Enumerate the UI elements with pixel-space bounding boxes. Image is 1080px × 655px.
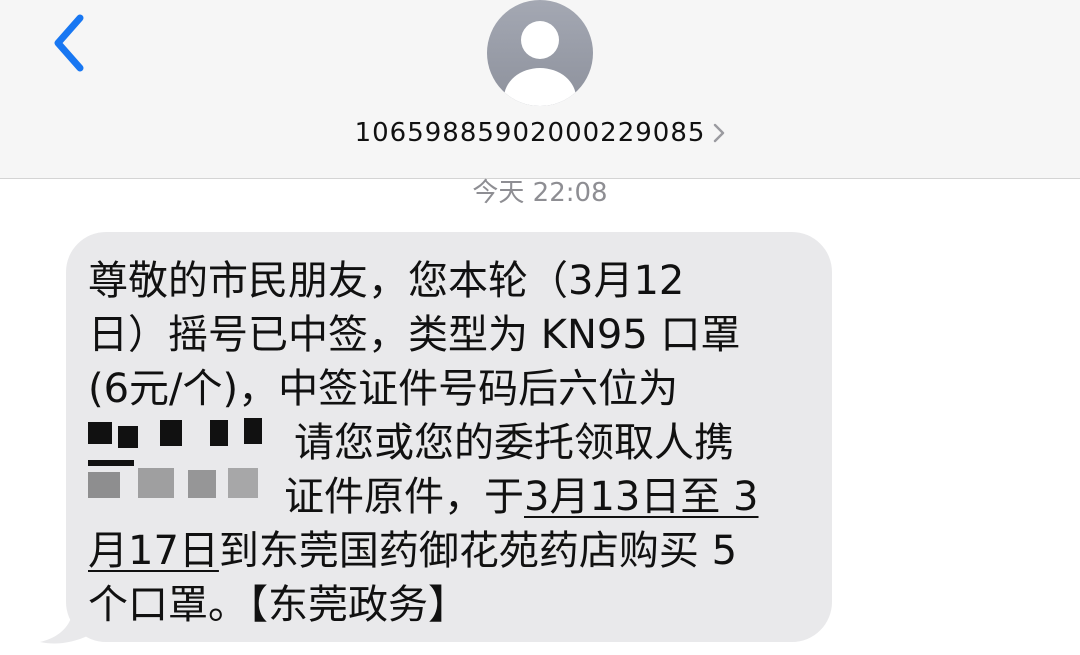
chevron-right-icon bbox=[714, 123, 725, 143]
conversation-header: 10659885902000229085 bbox=[0, 0, 1080, 179]
redacted-area bbox=[88, 418, 262, 498]
message-line-text: 请您或您的委托领取人携 bbox=[294, 420, 734, 466]
message-line-text: 证件原件，于 bbox=[284, 474, 524, 520]
contact-number: 10659885902000229085 bbox=[354, 118, 706, 148]
back-button[interactable] bbox=[44, 6, 100, 76]
message-timestamp: 今天 22:08 bbox=[472, 178, 608, 208]
message-line: 日）摇号已中签，类型为 KN95 口罩 bbox=[88, 312, 741, 358]
date-link[interactable]: 月17日 bbox=[88, 528, 219, 574]
message-line: 个口罩。【东莞政务】 bbox=[88, 582, 468, 628]
message-line: 月17日到东莞国药御花苑药店购买 5 bbox=[88, 524, 808, 578]
contact-name-button[interactable]: 10659885902000229085 bbox=[0, 118, 1080, 148]
avatar[interactable] bbox=[487, 0, 593, 106]
person-silhouette-icon bbox=[504, 21, 576, 106]
message-line-text: 到东莞国药御花苑药店购买 5 bbox=[218, 528, 738, 574]
message-line: 尊敬的市民朋友，您本轮（3月12 bbox=[88, 258, 685, 304]
chevron-left-icon bbox=[54, 14, 84, 72]
date-link[interactable]: 3月13日至 3 bbox=[524, 474, 759, 520]
